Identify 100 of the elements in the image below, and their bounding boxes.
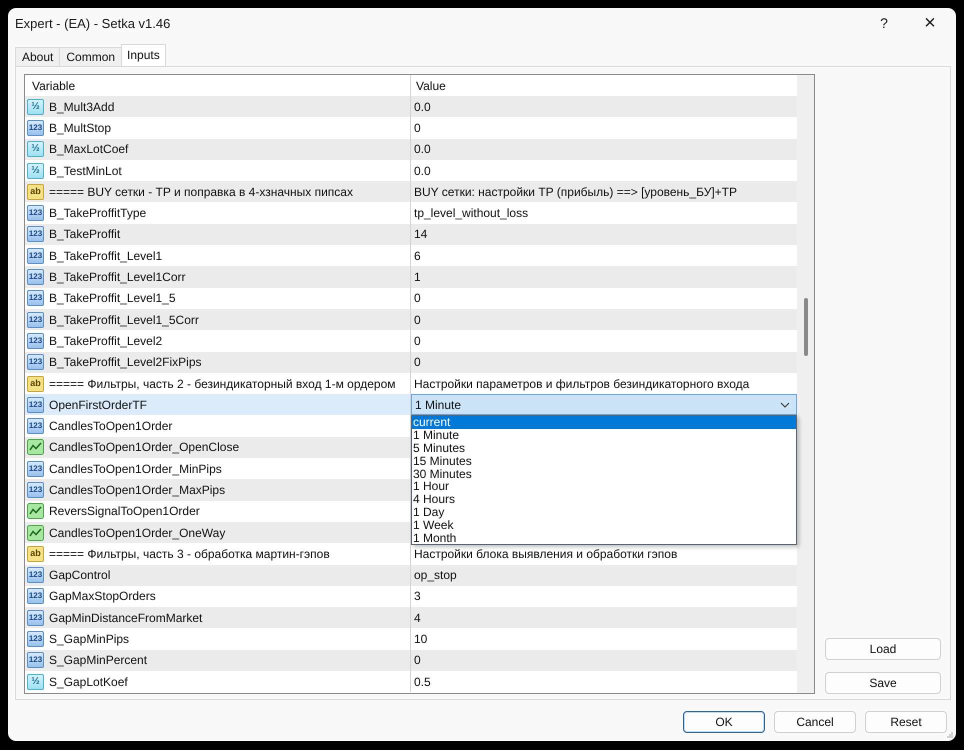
chevron-down-icon [780, 402, 790, 408]
value-cell[interactable]: 0 [411, 117, 797, 139]
type-badge: ½ [27, 141, 44, 158]
type-badge: 123 [27, 610, 44, 626]
value-cell[interactable]: Настройки блока выявления и обработки гэпов [411, 543, 797, 565]
dropdown-option[interactable]: 30 Minutes [412, 468, 796, 480]
tab[interactable]: Inputs [121, 44, 166, 66]
variable-name: CandlesToOpen1Order [49, 419, 172, 434]
value-cell[interactable]: 10 [411, 628, 797, 650]
value-cell[interactable]: op_stop [411, 564, 797, 586]
variable-name: B_TakeProffit_Level2FixPips [49, 355, 202, 370]
value-cell[interactable]: 1 [411, 266, 797, 288]
value-cell[interactable]: 0 [411, 650, 797, 672]
type-badge: ½ [27, 162, 44, 179]
type-badge: 123 [27, 567, 44, 584]
side-button[interactable]: Load [825, 638, 941, 660]
variable-cell[interactable]: ½ S_GapLotKoef [25, 671, 411, 692]
type-badge: ½ [27, 98, 44, 115]
variable-name: OpenFirstOrderTF [49, 398, 148, 412]
scrollbar-thumb[interactable] [804, 298, 808, 356]
value-cell[interactable]: 0.0 [411, 96, 797, 118]
type-badge: 123 [27, 588, 44, 604]
timeframe-dropdown[interactable]: 1 Minute [411, 394, 797, 416]
type-badge: 123 [27, 396, 44, 413]
variable-name: B_MaxLotCoef [49, 142, 128, 156]
variable-name: B_TakeProffit_Level2 [49, 334, 162, 348]
variable-name: B_TakeProffit [49, 227, 120, 242]
variable-name: ===== Фильтры, часть 2 - безиндикаторный вход 1-м ордером [49, 376, 396, 390]
variable-name: GapControl [49, 568, 110, 582]
value-cell[interactable]: BUY сетки: настройки TP (прибыль) ==> [уровень_БУ]+TP [411, 181, 797, 202]
variable-name: GapMaxStopOrders [49, 589, 156, 604]
variable-name: S_GapMinPips [49, 632, 130, 646]
value-cell[interactable]: 6 [411, 245, 797, 266]
type-badge: 123 [27, 631, 44, 648]
type-badge: 123 [27, 205, 44, 222]
variable-name: S_GapMinPercent [49, 653, 148, 668]
dropdown-option[interactable]: 4 Hours [412, 493, 796, 506]
type-badge: 123 [27, 226, 44, 242]
value-cell[interactable]: 0.0 [411, 138, 797, 160]
variable-name: B_TakeProffit_Level1Corr [49, 270, 186, 284]
type-badge: 123 [27, 460, 44, 477]
variable-cell[interactable]: 123 OpenFirstOrderTF [25, 394, 411, 416]
side-button[interactable]: Save [825, 672, 941, 694]
value-cell[interactable]: 0 [411, 288, 797, 309]
dialog-button[interactable]: Reset [865, 711, 947, 733]
line-chart-icon [27, 524, 44, 541]
variable-name: B_MultStop [49, 120, 112, 135]
value-cell[interactable]: 0.5 [411, 671, 797, 692]
value-cell[interactable]: Настройки параметров и фильтров безиндикаторного входа [411, 372, 797, 394]
dropdown-option[interactable]: 1 Day [412, 506, 796, 519]
value-cell[interactable]: 0.0 [411, 160, 797, 182]
value-cell[interactable]: 0 [411, 330, 797, 352]
value-cell[interactable]: 14 [411, 224, 797, 246]
variable-name: CandlesToOpen1Order_OneWay [49, 526, 226, 540]
help-button[interactable]: ? [861, 8, 907, 38]
type-badge: 123 [27, 290, 44, 306]
line-chart-icon [27, 439, 44, 456]
dropdown-option[interactable]: 5 Minutes [412, 442, 796, 455]
line-chart-icon [27, 503, 44, 520]
scrollbar[interactable] [797, 75, 814, 693]
type-badge: 123 [27, 332, 44, 349]
variable-name: S_GapLotKoef [49, 674, 128, 689]
type-badge: 123 [27, 354, 44, 370]
variable-name: CandlesToOpen1Order_MaxPips [49, 482, 226, 497]
close-button[interactable]: × [907, 8, 953, 38]
value-cell[interactable]: 0 [411, 352, 797, 373]
type-badge: 123 [27, 652, 44, 668]
window-title: Expert - (EA) - Setka v1.46 [15, 16, 172, 30]
variable-name: CandlesToOpen1Order_OpenClose [49, 440, 240, 454]
dialog-button[interactable]: Cancel [774, 711, 856, 733]
value-cell[interactable]: tp_level_without_loss [411, 202, 797, 224]
variable-name: B_TakeProffitType [49, 206, 146, 220]
variable-name: GapMinDistanceFromMarket [49, 610, 202, 625]
variable-name: ReversSignalToOpen1Order [49, 504, 200, 518]
dropdown-option[interactable]: 1 Month [412, 532, 796, 544]
variable-name: B_TakeProffit_Level1 [49, 248, 162, 263]
dropdown-option[interactable]: 1 Hour [412, 480, 796, 494]
variable-name: ===== Фильтры, часть 3 - обработка мартин-гэпов [49, 546, 330, 561]
variable-name: CandlesToOpen1Order_MinPips [49, 462, 222, 476]
dropdown-option[interactable]: current [412, 416, 796, 430]
resize-grip-icon[interactable] [947, 732, 953, 738]
variable-name: B_TakeProffit_Level1_5Corr [49, 312, 199, 327]
type-badge: ab [27, 376, 44, 392]
column-header[interactable]: Value [411, 75, 797, 96]
value-cell[interactable]: 3 [411, 586, 797, 608]
dropdown-option[interactable]: 1 Week [412, 518, 796, 532]
tab[interactable]: About [15, 47, 60, 66]
type-badge: 123 [27, 312, 44, 328]
type-badge: ab [27, 184, 44, 200]
variable-name: ===== BUY сетки - TP и поправка в 4-хзначных пипсах [49, 184, 353, 199]
dropdown-option[interactable]: 15 Minutes [412, 454, 796, 468]
type-badge: 123 [27, 482, 44, 498]
dropdown-option[interactable]: 1 Minute [412, 429, 796, 442]
variable-name: B_Mult3Add [49, 100, 114, 114]
value-cell[interactable]: 4 [411, 607, 797, 628]
dialog-button[interactable]: OK [683, 711, 765, 733]
variable-name: B_TakeProffit_Level1_5 [49, 291, 176, 306]
type-badge: 123 [27, 248, 44, 264]
tab[interactable]: Common [59, 47, 122, 66]
value-cell[interactable]: 0 [411, 308, 797, 330]
